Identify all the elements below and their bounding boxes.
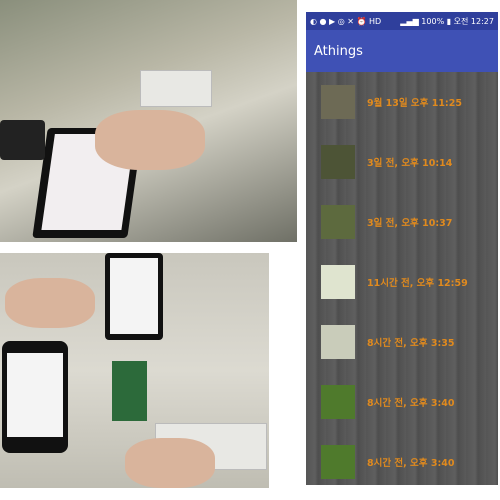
list-item[interactable]: 9월 13일 오후 11:25 xyxy=(306,72,498,132)
list-item[interactable]: 11시간 전, 오후 12:59 xyxy=(306,252,498,312)
device xyxy=(0,120,45,160)
raspberry-pi xyxy=(112,361,147,421)
timestamp: 8시간 전, 오후 3:40 xyxy=(367,398,455,409)
thumbnail xyxy=(321,265,355,299)
timestamp: 8시간 전, 오후 3:35 xyxy=(367,338,455,349)
timestamp: 3일 전, 오후 10:14 xyxy=(367,158,453,169)
thumbnail xyxy=(321,145,355,179)
photo-phone-setup xyxy=(0,253,269,488)
timestamp: 9월 13일 오후 11:25 xyxy=(367,98,462,109)
thumbnail xyxy=(321,445,355,479)
smartphone xyxy=(2,341,68,453)
thumbnail xyxy=(321,205,355,239)
hand xyxy=(5,278,95,328)
status-bar: ◐ ● ▶ ◎ ✕ ⏰ HD ▂▄▆ 100% ▮ 오전 12:27 xyxy=(306,12,498,30)
list-item[interactable]: 3일 전, 오후 10:14 xyxy=(306,132,498,192)
breadboard xyxy=(140,70,212,107)
thumbnail xyxy=(321,385,355,419)
app-title: Athings xyxy=(314,43,363,59)
android-app-screenshot: ◐ ● ▶ ◎ ✕ ⏰ HD ▂▄▆ 100% ▮ 오전 12:27 Athin… xyxy=(306,12,498,485)
list-item[interactable]: 8시간 전, 오후 3:40 xyxy=(306,432,498,492)
timestamp: 8시간 전, 오후 3:40 xyxy=(367,458,455,469)
display xyxy=(105,253,163,340)
capture-list[interactable]: 9월 13일 오후 11:25 3일 전, 오후 10:14 3일 전, 오후 10… xyxy=(306,72,498,485)
app-bar: Athings xyxy=(306,30,498,72)
hand xyxy=(125,438,215,488)
thumbnail xyxy=(321,85,355,119)
battery-level: 100% xyxy=(421,16,445,26)
battery-icon: ▮ xyxy=(444,16,454,26)
thumbnail xyxy=(321,325,355,359)
signal-icon: ▂▄▆ xyxy=(400,16,422,26)
timestamp: 3일 전, 오후 10:37 xyxy=(367,218,453,229)
photo-tablet-setup xyxy=(0,0,297,242)
hand xyxy=(95,110,205,170)
notification-icons: ◐ ● ▶ ◎ ✕ ⏰ HD xyxy=(310,16,382,26)
list-item[interactable]: 8시간 전, 오후 3:35 xyxy=(306,312,498,372)
list-item[interactable]: 3일 전, 오후 10:37 xyxy=(306,192,498,252)
list-item[interactable]: 8시간 전, 오후 3:40 xyxy=(306,372,498,432)
timestamp: 11시간 전, 오후 12:59 xyxy=(367,278,468,289)
clock: 오전 12:27 xyxy=(453,16,494,26)
